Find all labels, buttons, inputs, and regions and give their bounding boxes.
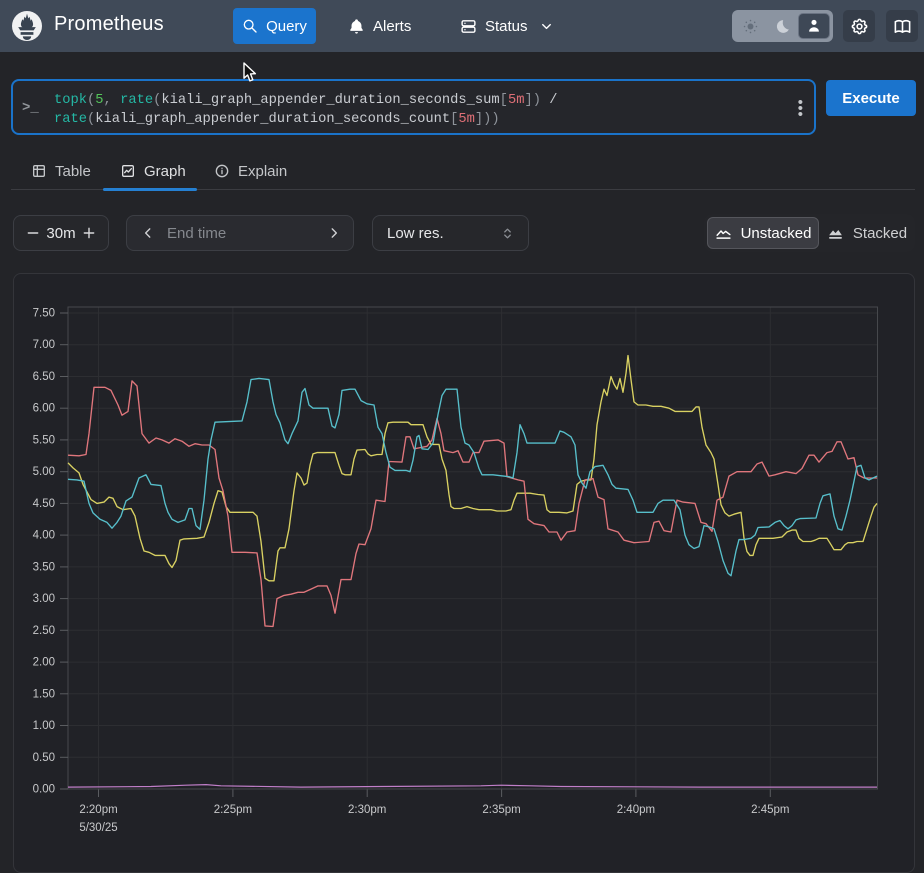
svg-text:2:30pm: 2:30pm	[348, 804, 386, 816]
svg-text:5.50: 5.50	[33, 434, 55, 446]
svg-text:6.50: 6.50	[33, 371, 55, 383]
svg-text:7.00: 7.00	[33, 339, 55, 351]
svg-text:2:45pm: 2:45pm	[751, 804, 789, 816]
svg-text:2:25pm: 2:25pm	[214, 804, 252, 816]
svg-text:3.50: 3.50	[33, 561, 55, 573]
svg-text:2:35pm: 2:35pm	[482, 804, 520, 816]
svg-text:5.00: 5.00	[33, 466, 55, 478]
svg-text:5/30/25: 5/30/25	[79, 822, 117, 834]
svg-text:1.00: 1.00	[33, 720, 55, 732]
svg-text:2.50: 2.50	[33, 625, 55, 637]
svg-text:4.00: 4.00	[33, 530, 55, 542]
svg-text:3.00: 3.00	[33, 593, 55, 605]
svg-text:0.50: 0.50	[33, 752, 55, 764]
svg-text:1.50: 1.50	[33, 688, 55, 700]
svg-text:2:40pm: 2:40pm	[617, 804, 655, 816]
svg-text:6.00: 6.00	[33, 403, 55, 415]
svg-text:2.00: 2.00	[33, 657, 55, 669]
svg-text:4.50: 4.50	[33, 498, 55, 510]
svg-text:2:20pm: 2:20pm	[79, 804, 117, 816]
svg-text:0.00: 0.00	[33, 784, 55, 796]
svg-text:7.50: 7.50	[33, 308, 55, 320]
